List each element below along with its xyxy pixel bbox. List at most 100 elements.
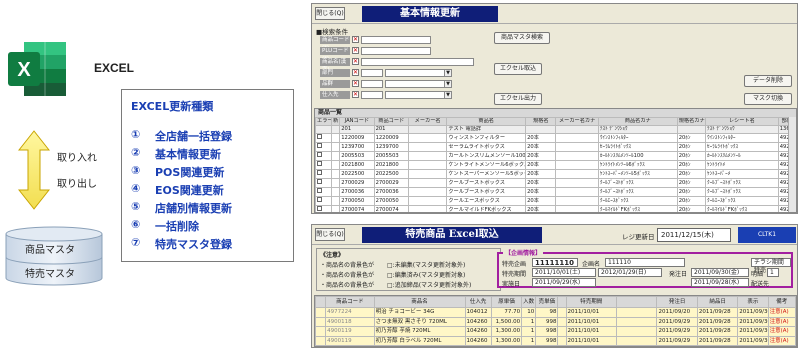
column-header[interactable]: 新 xyxy=(331,116,341,127)
column-header[interactable]: 納品日 xyxy=(696,296,739,308)
column-header[interactable] xyxy=(616,296,658,308)
product-name-input[interactable] xyxy=(361,57,474,66)
column-header[interactable] xyxy=(315,296,327,308)
table-cell: 2011/09/29 xyxy=(656,316,698,327)
column-header[interactable]: 商品名 xyxy=(446,116,527,127)
column-header[interactable]: 商品コード xyxy=(325,296,375,308)
row-checkbox[interactable] xyxy=(317,188,322,194)
chevron-down-icon[interactable]: ▼ xyxy=(444,79,452,88)
column-header[interactable]: メーカー名カナ xyxy=(555,116,599,127)
vertical-scrollbar[interactable] xyxy=(788,117,796,212)
table-cell: 2700029 xyxy=(339,178,375,189)
clear-icon[interactable]: ✕ xyxy=(352,58,359,65)
department-input[interactable] xyxy=(361,68,383,77)
product-code-input[interactable] xyxy=(361,35,431,44)
row-checkbox[interactable] xyxy=(317,206,322,212)
supplier-input[interactable] xyxy=(361,90,383,99)
row-checkbox[interactable] xyxy=(317,143,322,149)
group-input[interactable] xyxy=(361,79,383,88)
column-header[interactable]: 発注日 xyxy=(656,296,698,308)
table-row[interactable]: 2021800 2021800 ケントライトメンソール6ボックス 20本 ｹﾝﾄﾗｲﾄﾒ… xyxy=(315,160,796,171)
column-header[interactable]: 特売期間 xyxy=(565,296,618,308)
group-select[interactable] xyxy=(385,79,445,88)
column-header[interactable]: 商品コード xyxy=(373,116,409,127)
row-checkbox[interactable] xyxy=(317,161,322,167)
row-checkbox[interactable] xyxy=(317,179,322,185)
table-cell: 2005503 xyxy=(339,151,375,162)
table-row[interactable]: 2700074 2700074 クールマイルドFKボックス 20本 ｸｰﾙﾏｲﾙﾄﾞFK… xyxy=(315,205,796,212)
column-header[interactable]: 入数 xyxy=(521,296,537,308)
field-department: 部門 ✕ ▼ xyxy=(320,68,452,77)
table-row[interactable]: 2700029 2700029 クールブーストボックス 20本 ｸｰﾙﾌﾞｰｽﾄﾎﾞｯｸ… xyxy=(315,178,796,189)
column-header[interactable]: エラー xyxy=(315,116,333,127)
column-header[interactable] xyxy=(557,296,567,308)
table-cell xyxy=(616,345,658,346)
table-cell xyxy=(407,187,448,198)
table-row[interactable]: 2700050 2700050 クールエースボックス 20本 ｸｰﾙｴｰｽﾎﾞｯｸｽ 20… xyxy=(315,196,796,207)
column-header[interactable]: レシート名 xyxy=(704,116,779,127)
column-header[interactable]: 売単価 xyxy=(535,296,559,308)
column-header[interactable]: JANコード xyxy=(339,116,375,127)
table-cell: 20本 xyxy=(525,133,557,144)
row-checkbox[interactable] xyxy=(317,170,322,176)
table-row[interactable]: 1220009 1220009 ウィンストンフィルター 20本 ｳｲﾝｽﾄﾝﾌｨﾙﾀｰ 2… xyxy=(315,133,796,144)
row-checkbox[interactable] xyxy=(317,134,322,140)
column-header[interactable]: 表示 xyxy=(737,296,769,308)
column-header[interactable]: 商品名カナ xyxy=(597,116,678,127)
table-row[interactable]: 2700036 2700036 クールブーストボックス 20本 ｸｰﾙﾌﾞｰｽﾄﾎﾞｯｸ… xyxy=(315,187,796,198)
table-row[interactable]: 2005503 2005503 カールトンスリムメンソール100 20本 ｶｰﾙﾄﾝｽﾘ… xyxy=(315,151,796,162)
supplier-select[interactable] xyxy=(385,90,445,99)
column-header[interactable]: 仕入先 xyxy=(464,296,492,308)
clear-icon[interactable]: ✕ xyxy=(352,91,359,98)
row-checkbox[interactable] xyxy=(317,197,322,203)
table-row[interactable]: 2022500 2022500 ケントスーパーメンソール5ボックス 20本 ｹﾝﾄｽｰﾊ… xyxy=(315,169,796,180)
clear-icon[interactable]: ✕ xyxy=(352,80,359,87)
table-row[interactable]: 4900119 初乃芳醇 芋焼 720ML 104260 1,300.00 1 998 20… xyxy=(315,326,796,337)
department-select[interactable] xyxy=(385,68,445,77)
data-delete-button[interactable]: データ削除 xyxy=(744,75,792,87)
clear-icon[interactable]: ✕ xyxy=(352,36,359,43)
table-cell: 2011/10/01 xyxy=(565,307,618,318)
table-cell xyxy=(557,335,567,346)
column-header[interactable]: 規格名カナ xyxy=(676,116,706,127)
table-cell: ウィンストンフィルター xyxy=(446,133,527,144)
table-row[interactable]: 1239700 1239700 セーラムライトボックス 20本 ｾｰﾗﾑﾗｲﾄﾎﾞｯｸｽ… xyxy=(315,142,796,153)
chevron-down-icon[interactable]: ▼ xyxy=(444,90,452,99)
mask-switch-button[interactable]: マスク切換 xyxy=(744,93,792,105)
table-cell xyxy=(407,142,448,153)
clear-icon[interactable]: ✕ xyxy=(352,69,359,76)
table-row[interactable]: 4900119初乃芳醇 芋焼1升 1800ML1042601,300.00199… xyxy=(315,345,796,346)
column-header[interactable]: 原単価 xyxy=(490,296,523,308)
column-header[interactable]: メーカー名 xyxy=(407,116,448,127)
window-title: 特売商品 Excel取込 xyxy=(362,227,542,243)
table-cell: 1239700 xyxy=(373,142,409,153)
table-cell: ｳｲﾝｽﾄﾝﾌｨﾙﾀｰ xyxy=(597,133,678,144)
close-button[interactable]: 閉じる(Q) xyxy=(315,7,345,20)
table-cell: 20本 xyxy=(525,160,557,171)
table-cell: 2011/09/28 xyxy=(696,345,739,346)
table-row[interactable]: 4977224 明治 チョコービー 34G 104012 77.70 10 98 2011/… xyxy=(315,307,796,318)
chevron-down-icon[interactable]: ▼ xyxy=(444,68,452,77)
table-cell xyxy=(616,316,658,327)
table-cell: さつま無双 黒さそり 720ML xyxy=(373,316,466,327)
table-cell: ｸｰﾙﾌﾞｰｽﾄﾎﾞｯｸｽ xyxy=(597,187,678,198)
column-header[interactable]: 備考 xyxy=(767,296,796,308)
plu-code-input[interactable] xyxy=(361,46,431,55)
close-button[interactable]: 閉じる(Q) xyxy=(315,228,345,241)
master-search-button[interactable]: 商品マスタ検索 xyxy=(494,32,550,44)
product-list-grid: 商品一覧 エラー新 JANコード 商品コード メーカー名 商品名 規格名 メーカー名カナ 商品… xyxy=(314,108,797,213)
sale-items-table: 商品コード 商品名 仕入先 原単価 入数 売単価 特売期間 発注日 納品日 表示 備考 497722… xyxy=(315,296,796,346)
table-cell: 初乃芳醇 芋焼1升 1800ML xyxy=(373,345,466,346)
column-header[interactable]: 商品名 xyxy=(373,296,466,308)
arrow-label-out: 取り出し xyxy=(57,179,97,190)
table-cell: 10 xyxy=(521,307,537,318)
column-header[interactable]: 規格名 xyxy=(525,116,557,127)
row-checkbox[interactable] xyxy=(317,152,322,158)
excel-import-button[interactable]: エクセル取込 xyxy=(494,63,542,75)
table-cell: 2700050 xyxy=(373,196,409,207)
table-row[interactable]: 4900118 さつま無双 黒さそり 720ML 104260 1,500.00 1 99… xyxy=(315,316,796,327)
table-row[interactable]: 4900119 初乃芳醇 白ラベル 720ML 104260 1,300.00 1 998… xyxy=(315,335,796,346)
clear-icon[interactable]: ✕ xyxy=(352,47,359,54)
table-cell xyxy=(557,326,567,337)
excel-export-button[interactable]: エクセル出力 xyxy=(494,93,542,105)
